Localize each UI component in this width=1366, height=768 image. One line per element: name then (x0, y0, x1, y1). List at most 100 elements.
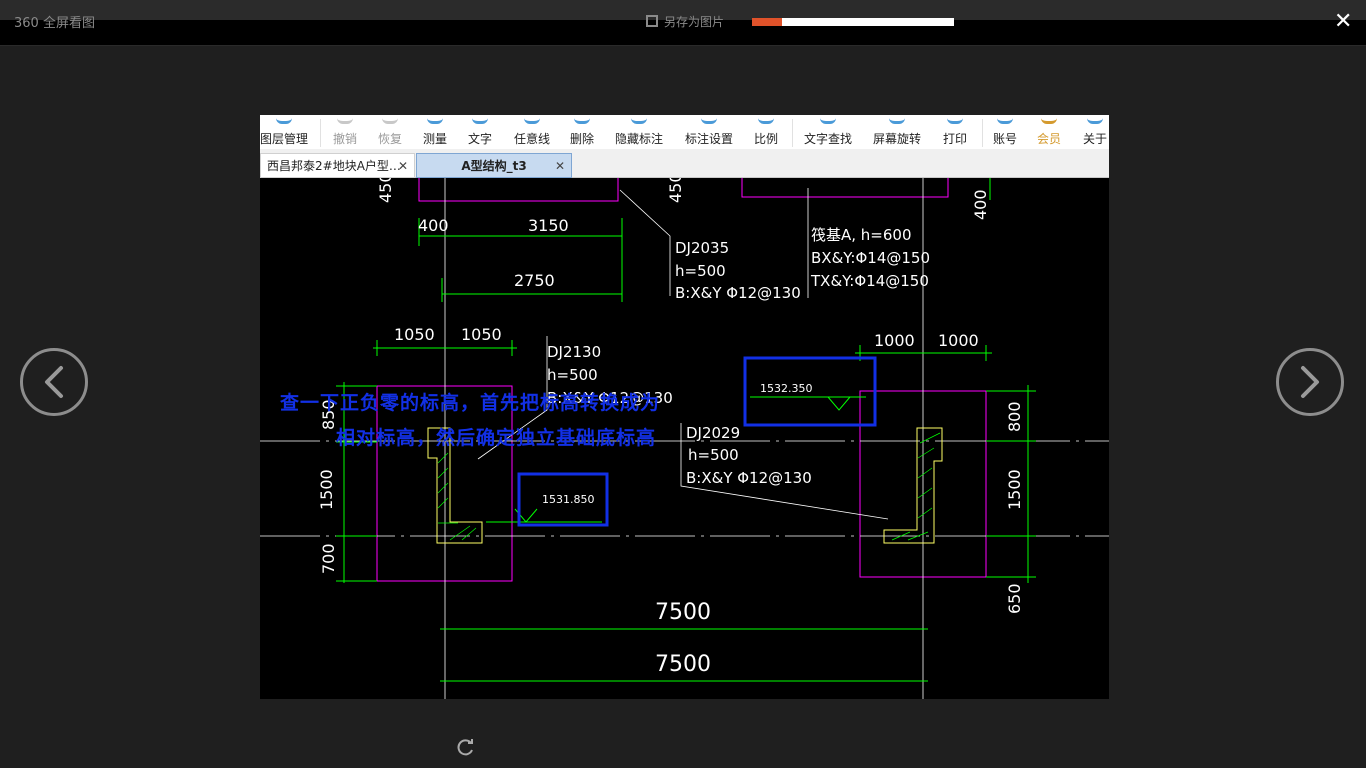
dim-text-700: 700 (319, 543, 338, 574)
gear-icon (701, 115, 717, 124)
ad-banner[interactable] (752, 18, 954, 26)
tool-measure[interactable]: 测量 (416, 115, 454, 149)
tool-label: 标注设置 (684, 132, 733, 146)
printer-icon (947, 115, 963, 124)
tab-label: 西昌邦泰2#地块A户型… (267, 159, 401, 173)
annotation-line-2: 相对标高，然后确定独立基础底标高 (336, 427, 657, 449)
app-title: 360 全屏看图 (14, 16, 95, 31)
text-icon (472, 115, 488, 124)
dim-text-1000-left: 1000 (874, 331, 915, 350)
cad-toolbar: 图层管理 撤销 恢复 测量 文字 任意线 删除 隐藏标注 标注设置 比例 文字查… (260, 115, 1109, 149)
label-dj2035-h: h=500 (675, 262, 726, 280)
label-elevation-2: 1531.850 (542, 493, 595, 506)
dim-text-7500-a: 7500 (655, 600, 711, 625)
eye-icon (631, 115, 647, 124)
tool-label: 任意线 (513, 132, 550, 146)
tool-hide-annotations[interactable]: 隐藏标注 (612, 115, 666, 149)
viewer-top-bar: 360 全屏看图 另存为图片 ✕ (0, 0, 1366, 46)
tool-text[interactable]: 文字 (461, 115, 499, 149)
tool-rotate-screen[interactable]: 屏幕旋转 (869, 115, 925, 149)
dim-text-1050-right: 1050 (461, 325, 502, 344)
tool-undo[interactable]: 撤销 (326, 115, 364, 149)
chevron-left-icon (45, 366, 63, 398)
tab-close-icon[interactable]: ✕ (555, 154, 565, 179)
label-dj2029-b: B:X&Y Φ12@130 (686, 469, 812, 487)
dim-text-800: 800 (1005, 401, 1024, 432)
toolbar-separator (792, 119, 793, 147)
save-icon (646, 15, 658, 27)
label-dj2130: DJ2130 (547, 343, 601, 361)
annotation-line-1: 查一下正负零的标高，首先把标高转换成为 (280, 392, 661, 414)
save-as-image-button[interactable]: 另存为图片 (646, 13, 724, 30)
tool-annotation-settings[interactable]: 标注设置 (680, 115, 738, 149)
tool-about[interactable]: 关于 (1076, 115, 1109, 149)
label-elevation-1: 1532.350 (760, 382, 813, 395)
document-tabs: 西昌邦泰2#地块A户型… ✕ A型结构_t3 ✕ (260, 149, 1109, 178)
dim-text-1500-right: 1500 (1005, 469, 1024, 510)
redo-icon (382, 115, 398, 124)
save-as-image-label: 另存为图片 (664, 15, 725, 29)
tool-layer-manager[interactable]: 图层管理 (260, 115, 308, 149)
tab-document-2-active[interactable]: A型结构_t3 ✕ (416, 153, 572, 178)
tool-scale[interactable]: 比例 (747, 115, 785, 149)
label-dj2035: DJ2035 (675, 239, 729, 257)
tool-text-search[interactable]: 文字查找 (800, 115, 856, 149)
tool-account[interactable]: 账号 (987, 115, 1023, 149)
tool-label: 文字查找 (803, 132, 852, 146)
close-viewer-button[interactable]: ✕ (1334, 8, 1352, 36)
tool-delete[interactable]: 删除 (563, 115, 601, 149)
tool-redo[interactable]: 恢复 (371, 115, 409, 149)
chevron-right-icon (1301, 366, 1319, 398)
label-raft-bxy: BX&Y:Φ14@150 (811, 249, 930, 267)
label-text-group: DJ2035 h=500 B:X&Y Φ12@130 筏基A, h=600 BX… (542, 226, 930, 506)
tool-label: 屏幕旋转 (872, 132, 921, 146)
tool-label: 打印 (942, 132, 967, 146)
dim-text-2750: 2750 (514, 271, 555, 290)
label-dj2130-h: h=500 (547, 366, 598, 384)
tab-label: A型结构_t3 (461, 159, 527, 173)
scale-icon (758, 115, 774, 124)
tool-label: 账号 (992, 132, 1017, 146)
ad-banner-logo (752, 18, 782, 26)
ruler-icon (427, 115, 443, 124)
search-icon (820, 115, 836, 124)
dim-text-1500-left: 1500 (317, 469, 336, 510)
eraser-icon (574, 115, 590, 124)
dim-text-450-left: 450 (376, 178, 395, 203)
dim-text-450-mid: 450 (666, 178, 685, 203)
dim-text-400-right: 400 (971, 189, 990, 220)
tool-label: 比例 (753, 132, 778, 146)
user-icon (997, 115, 1013, 124)
viewed-image: 图层管理 撤销 恢复 测量 文字 任意线 删除 隐藏标注 标注设置 比例 文字查… (260, 115, 1109, 699)
dim-text-1050-left: 1050 (394, 325, 435, 344)
layers-icon (276, 115, 292, 124)
toolbar-separator (320, 119, 321, 147)
toolbar-separator (982, 119, 983, 147)
tab-close-icon[interactable]: ✕ (398, 154, 408, 179)
label-dj2029: DJ2029 (686, 424, 740, 442)
label-raft-txy: TX&Y:Φ14@150 (810, 272, 929, 290)
label-dj2035-b: B:X&Y Φ12@130 (675, 284, 801, 302)
footing-section-right (883, 427, 943, 544)
previous-image-button[interactable] (20, 348, 88, 416)
footing-outline-top-left (418, 178, 619, 202)
tool-label: 会员 (1036, 132, 1061, 146)
tab-document-1[interactable]: 西昌邦泰2#地块A户型… ✕ (260, 153, 415, 178)
tool-freeline[interactable]: 任意线 (510, 115, 554, 149)
dim-text-7500-b: 7500 (655, 652, 711, 677)
footing-outline-left (376, 385, 513, 582)
dim-text-1000-right: 1000 (938, 331, 979, 350)
tool-vip[interactable]: 会员 (1031, 115, 1067, 149)
rotate-image-icon[interactable] (457, 738, 475, 756)
tool-print[interactable]: 打印 (935, 115, 975, 149)
elevation-triangle-1 (827, 396, 851, 411)
tool-label: 文字 (467, 132, 492, 146)
next-image-button[interactable] (1276, 348, 1344, 416)
rotate-icon (889, 115, 905, 124)
tool-label: 恢复 (377, 132, 402, 146)
dim-text-3150: 3150 (528, 216, 569, 235)
tool-label: 删除 (569, 132, 594, 146)
info-icon (1087, 115, 1103, 124)
tool-label: 隐藏标注 (614, 132, 663, 146)
label-dj2029-h: h=500 (688, 446, 739, 464)
